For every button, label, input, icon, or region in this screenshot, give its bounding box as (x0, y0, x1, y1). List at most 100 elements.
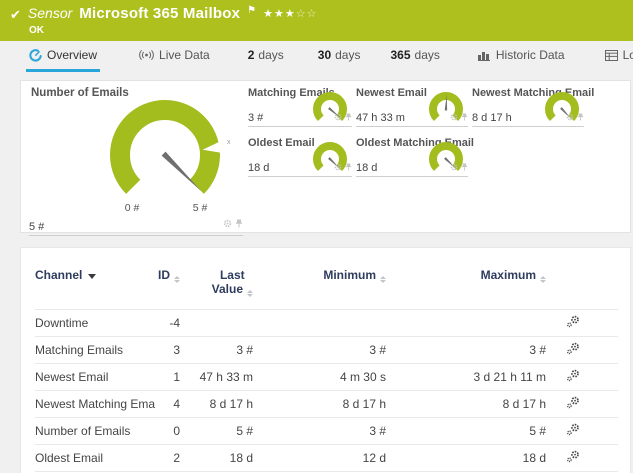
status-check-icon: ✔ (10, 8, 21, 23)
channel-row: Newest Email 1 47 h 33 m 4 m 30 s 3 d 21… (35, 363, 618, 391)
chart-icon (477, 50, 491, 61)
broadcast-icon (139, 49, 154, 61)
main-gauge-value: 5 # (29, 221, 45, 233)
channel-settings-icon[interactable] (566, 342, 580, 358)
tab-30-days[interactable]: 30 days (315, 41, 364, 72)
gauge-settings-icon[interactable] (334, 108, 342, 126)
tab-365-days[interactable]: 365 days (387, 41, 442, 72)
channel-name: Matching Emails (35, 336, 155, 364)
tab-2-days[interactable]: 2 days (245, 41, 287, 72)
tab-label: days (258, 48, 284, 62)
sort-icon[interactable] (247, 290, 253, 297)
tab-bar: Overview Live Data 2 days 30 days 365 da… (0, 41, 633, 72)
gauge-pin-icon[interactable] (577, 108, 584, 126)
channel-maximum: 18 d (386, 444, 546, 472)
gauge-settings-icon[interactable] (566, 108, 574, 126)
gauge-pin-icon[interactable] (235, 215, 243, 233)
channel-settings-icon[interactable] (566, 369, 580, 385)
tab-log[interactable]: Log (602, 41, 633, 72)
chevron-down-icon (88, 274, 97, 279)
gauge-pin-icon[interactable] (345, 108, 352, 126)
channel-minimum (253, 309, 386, 337)
gauge-settings-icon[interactable] (450, 158, 458, 176)
sort-icon[interactable] (380, 276, 386, 283)
channel-id: 4 (155, 390, 180, 418)
channel-last-value: 18 d (180, 444, 253, 472)
tab-historic-data[interactable]: Historic Data (475, 41, 568, 72)
sort-icon[interactable] (174, 276, 180, 283)
tab-overview[interactable]: Overview (26, 41, 101, 72)
sort-icon[interactable] (540, 276, 546, 283)
tab-label: Historic Data (495, 48, 565, 62)
col-header-channel[interactable]: Channel (35, 264, 155, 310)
gauge-marker-label: x (227, 139, 231, 146)
channel-id: -4 (155, 309, 180, 337)
sensor-title: Microsoft 365 Mailbox (79, 5, 241, 22)
channel-maximum: 3 # (386, 336, 546, 364)
gauge-settings-icon[interactable] (223, 215, 232, 233)
col-header-last-value[interactable]: Last Value (180, 264, 253, 310)
channel-maximum: 5 # (386, 417, 546, 445)
gauge-settings-icon[interactable] (334, 158, 342, 176)
priority-stars[interactable]: ★★★☆☆ (263, 7, 317, 20)
channel-last-value: 5 # (180, 417, 253, 445)
channel-settings-icon[interactable] (566, 315, 580, 331)
channels-panel: Channel ID Last Value Minimum Maximum Dow… (20, 247, 631, 473)
channel-last-value (180, 309, 253, 337)
gauge-title: Oldest Email (248, 137, 315, 149)
gauge-scale-max: 5 # (192, 202, 208, 214)
channel-minimum: 3 # (253, 417, 386, 445)
stars-empty[interactable]: ☆☆ (296, 7, 318, 20)
channel-row: Newest Matching Email 4 8 d 17 h 8 d 17 … (35, 390, 618, 418)
gauge-card: Newest Email 47 h 33 m (356, 85, 468, 127)
channel-minimum: 3 # (253, 336, 386, 364)
gauge-card: Oldest Matching Email 18 d (356, 135, 474, 177)
channel-name: Oldest Email (35, 444, 155, 472)
tab-label: Overview (47, 48, 98, 62)
log-icon (604, 49, 618, 61)
tab-label: Live Data (159, 48, 210, 62)
stars-filled[interactable]: ★★★ (263, 7, 296, 20)
channel-id: 0 (155, 417, 180, 445)
channel-id: 3 (155, 336, 180, 364)
channel-minimum: 8 d 17 h (253, 390, 386, 418)
col-header-minimum[interactable]: Minimum (253, 264, 386, 310)
channel-id: 2 (155, 444, 180, 472)
channel-last-value: 8 d 17 h (180, 390, 253, 418)
channel-last-value: 47 h 33 m (180, 363, 253, 391)
gauge-pin-icon[interactable] (461, 158, 468, 176)
channel-row: Matching Emails 3 3 # 3 # 3 # (35, 336, 618, 364)
channel-id: 1 (155, 363, 180, 391)
col-header-maximum[interactable]: Maximum (386, 264, 546, 310)
tab-live-data[interactable]: Live Data (136, 41, 213, 72)
gauge-pin-icon[interactable] (461, 108, 468, 126)
col-header-id[interactable]: ID (155, 264, 180, 310)
channel-settings-icon[interactable] (566, 423, 580, 439)
sensor-header: ✔ Sensor Microsoft 365 Mailbox ⚑ ★★★☆☆ O… (0, 0, 633, 41)
channel-row: Number of Emails 0 5 # 3 # 5 # (35, 417, 618, 445)
gauge-value: 18 d (248, 162, 270, 174)
gauge-card: Newest Matching Email 8 d 17 h (472, 85, 594, 127)
gauge-settings-icon[interactable] (450, 108, 458, 126)
channel-maximum (386, 309, 546, 337)
table-header-row: Channel ID Last Value Minimum Maximum (35, 264, 618, 310)
channel-name: Newest Matching Email (35, 390, 155, 418)
channel-maximum: 8 d 17 h (386, 390, 546, 418)
main-gauge-card: Number of Emails x 0 # 5 # 5 # (21, 81, 246, 236)
gauge-card: Matching Emails 3 # (248, 85, 352, 127)
gauges-panel: Number of Emails x 0 # 5 # 5 # Matching … (20, 80, 631, 236)
prtg-sensor-page: ✔ Sensor Microsoft 365 Mailbox ⚑ ★★★☆☆ O… (0, 0, 633, 473)
flag-icon[interactable]: ⚑ (247, 5, 256, 16)
status-badge: OK (29, 25, 44, 36)
tab-label: Log (622, 48, 633, 62)
gauge-value: 3 # (248, 112, 264, 124)
gauge-pin-icon[interactable] (345, 158, 352, 176)
small-gauges-grid: Matching Emails 3 # Newest Email 47 h 33… (248, 85, 594, 177)
gauge-icon (29, 48, 42, 62)
tab-label: days (414, 48, 440, 62)
channel-settings-icon[interactable] (566, 450, 580, 466)
channel-settings-icon[interactable] (566, 396, 580, 412)
channels-table: Channel ID Last Value Minimum Maximum Dow… (35, 264, 618, 473)
channel-name: Newest Email (35, 363, 155, 391)
gauge-value: 47 h 33 m (356, 112, 405, 124)
